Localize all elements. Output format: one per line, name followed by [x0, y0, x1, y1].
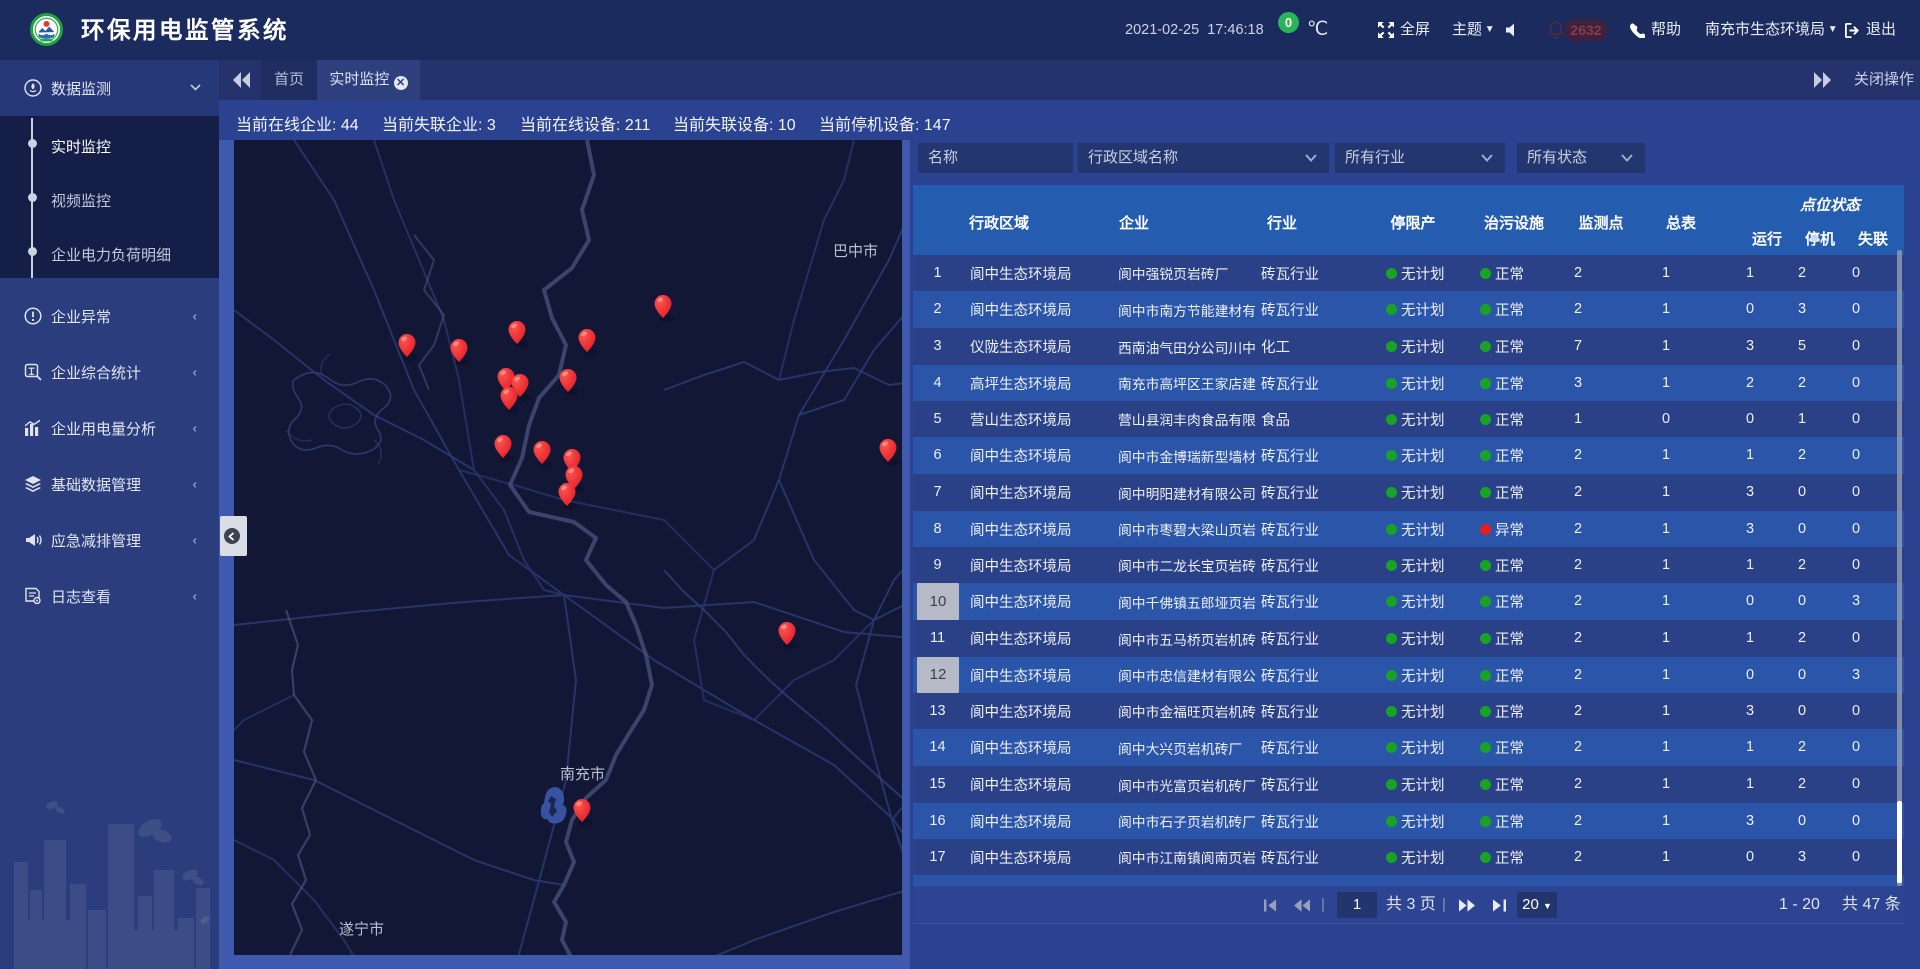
- svg-text:南充市: 南充市: [560, 766, 605, 783]
- svg-text:巴中市: 巴中市: [833, 243, 878, 260]
- svg-text:遂宁市: 遂宁市: [339, 921, 384, 938]
